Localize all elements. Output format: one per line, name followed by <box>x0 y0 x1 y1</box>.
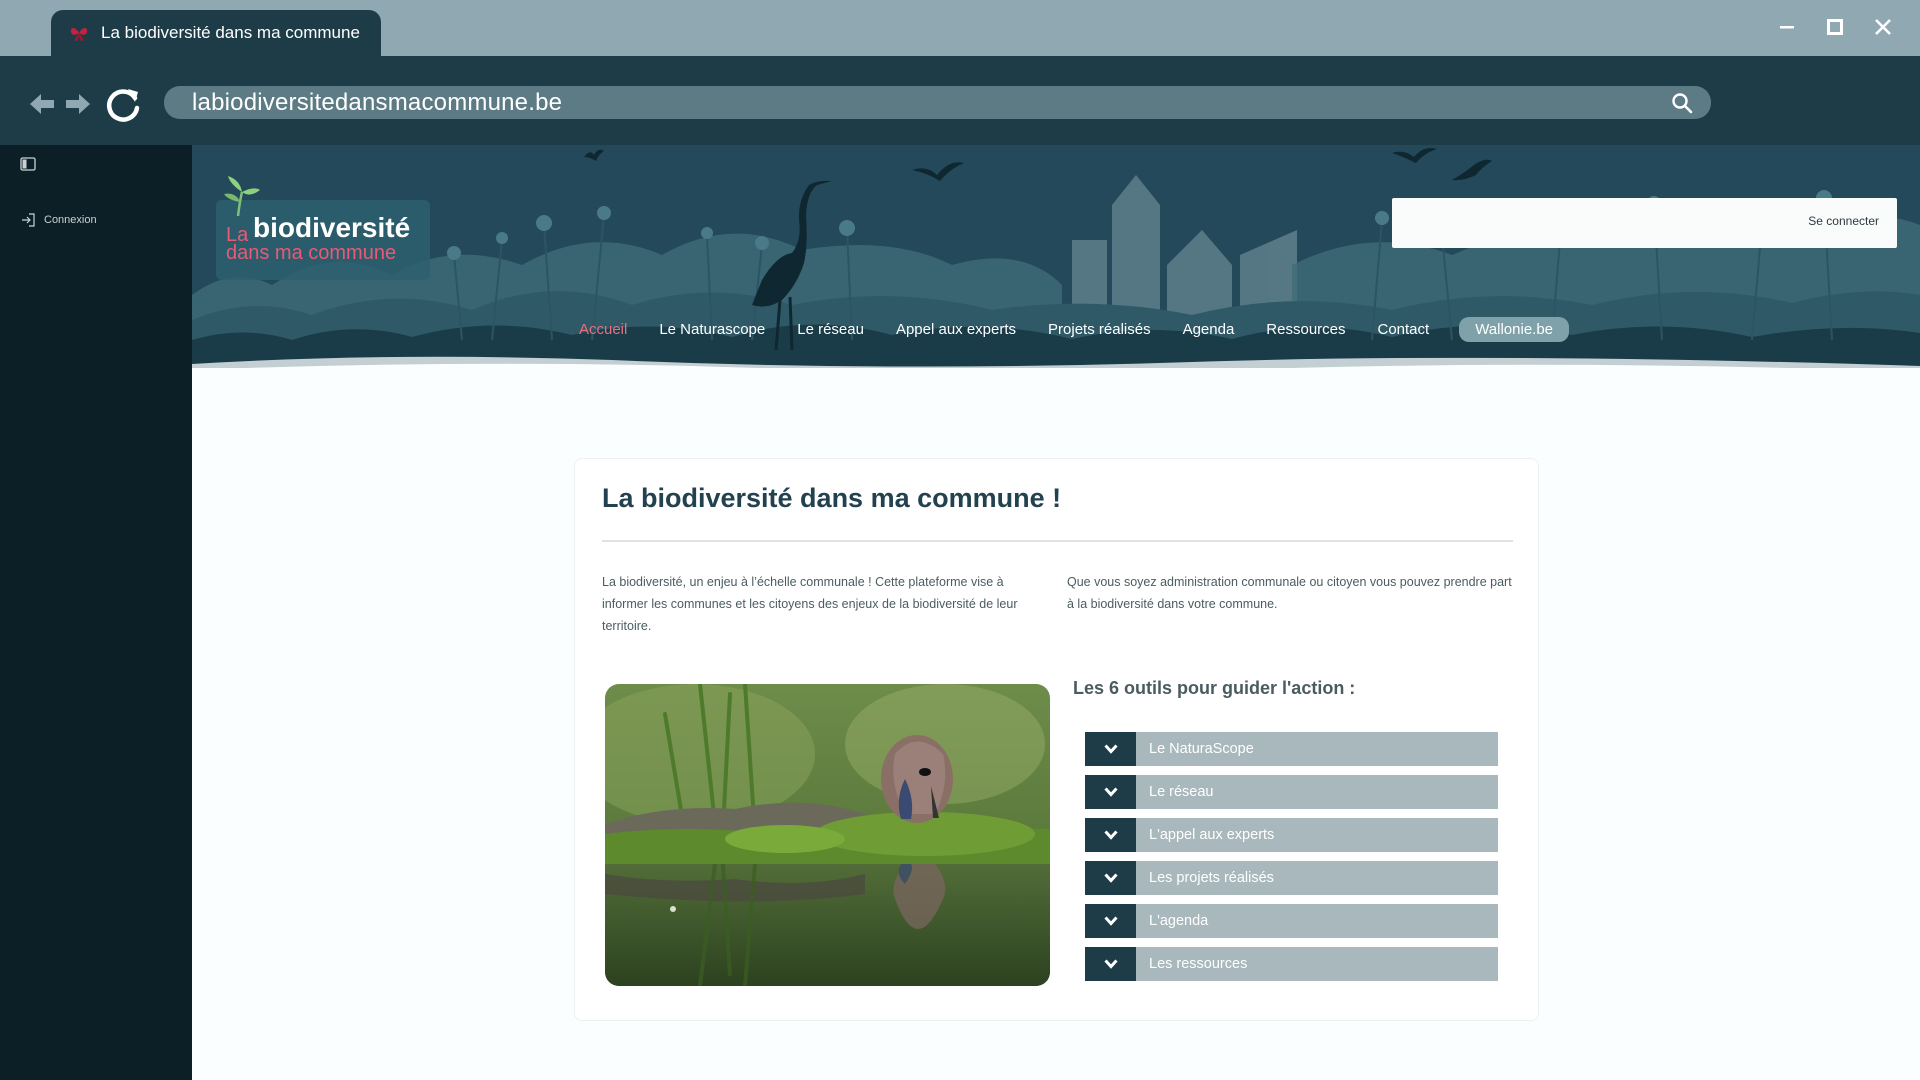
menu-item-ressources[interactable]: Ressources <box>1266 321 1345 338</box>
site-logo[interactable]: La biodiversité dans ma commune <box>216 176 430 280</box>
page-title: La biodiversité dans ma commune ! <box>602 483 1062 513</box>
accordion-label: L'appel aux experts <box>1136 818 1498 852</box>
web-page: La biodiversité dans ma commune Se conne… <box>192 145 1920 1080</box>
menu-item-appel-aux-experts[interactable]: Appel aux experts <box>896 321 1016 338</box>
sidebar-panel-icon[interactable] <box>20 157 36 171</box>
accordion-toggle[interactable] <box>1085 732 1136 766</box>
chevron-down-icon <box>1103 830 1118 840</box>
menu-item-accueil[interactable]: Accueil <box>579 321 627 338</box>
accordion-label: Le NaturaScope <box>1136 732 1498 766</box>
logo-text-main: biodiversité <box>253 212 411 243</box>
address-bar[interactable]: labiodiversitedansmacommune.be <box>164 86 1711 119</box>
butterfly-favicon-icon <box>70 28 88 41</box>
login-icon <box>22 213 35 227</box>
chevron-down-icon <box>1103 744 1118 754</box>
accordion-toggle[interactable] <box>1085 904 1136 938</box>
close-icon <box>1875 19 1891 35</box>
sidebar-login-label: Connexion <box>44 214 97 226</box>
reload-icon[interactable] <box>102 84 144 126</box>
back-arrow-icon[interactable] <box>28 90 56 118</box>
tab-title: La biodiversité dans ma commune <box>101 23 360 42</box>
accordion-toggle[interactable] <box>1085 775 1136 809</box>
accordion-item-appel-aux-experts[interactable]: L'appel aux experts <box>1085 818 1498 852</box>
accordion-label: Les projets réalisés <box>1136 861 1498 895</box>
accordion-toggle[interactable] <box>1085 818 1136 852</box>
site-search-panel: Se connecter <box>1392 198 1897 248</box>
accordion-item-projets-realises[interactable]: Les projets réalisés <box>1085 861 1498 895</box>
main-navigation: Accueil Le Naturascope Le réseau Appel a… <box>192 317 1920 342</box>
chevron-down-icon <box>1103 873 1118 883</box>
accordion-item-reseau[interactable]: Le réseau <box>1085 775 1498 809</box>
close-button[interactable] <box>1870 14 1896 40</box>
accordion-label: Les ressources <box>1136 947 1498 981</box>
site-search-input[interactable] <box>1402 206 1742 240</box>
url-text: labiodiversitedansmacommune.be <box>192 88 563 116</box>
bird-pond-photo <box>605 684 1050 986</box>
chevron-down-icon <box>1103 959 1118 969</box>
maximize-icon <box>1827 19 1843 35</box>
minimize-button[interactable] <box>1774 14 1800 40</box>
maximize-button[interactable] <box>1822 14 1848 40</box>
intro-paragraph-right: Que vous soyez administration communale … <box>1067 575 1512 611</box>
accordion-label: L'agenda <box>1136 904 1498 938</box>
browser-tab-strip: La biodiversité dans ma commune <box>0 0 1920 56</box>
accordion-toggle[interactable] <box>1085 861 1136 895</box>
menu-item-naturascope[interactable]: Le Naturascope <box>659 321 765 338</box>
chevron-down-icon <box>1103 916 1118 926</box>
content-card: La biodiversité dans ma commune ! La bio… <box>574 458 1539 1021</box>
intro-paragraph-left: La biodiversité, un enjeu à l’échelle co… <box>602 575 1018 633</box>
menu-item-wallonie[interactable]: Wallonie.be <box>1459 317 1570 342</box>
title-divider <box>602 540 1513 542</box>
tools-heading: Les 6 outils pour guider l'action : <box>1073 678 1356 698</box>
minimize-icon <box>1780 26 1794 29</box>
search-icon[interactable] <box>1671 92 1693 114</box>
left-sidebar: Connexion <box>0 145 192 1080</box>
accordion-item-naturascope[interactable]: Le NaturaScope <box>1085 732 1498 766</box>
accordion-label: Le réseau <box>1136 775 1498 809</box>
window-controls <box>1774 14 1896 40</box>
header-wave-divider <box>192 356 1920 368</box>
browser-tab[interactable]: La biodiversité dans ma commune <box>51 10 381 56</box>
chevron-down-icon <box>1103 787 1118 797</box>
accordion-item-agenda[interactable]: L'agenda <box>1085 904 1498 938</box>
logo-text-sub: dans ma commune <box>226 242 397 264</box>
tools-accordion: Le NaturaScope Le réseau L'appel aux exp… <box>1085 732 1498 990</box>
menu-item-contact[interactable]: Contact <box>1378 321 1430 338</box>
menu-item-projets-realises[interactable]: Projets réalisés <box>1048 321 1151 338</box>
accordion-item-ressources[interactable]: Les ressources <box>1085 947 1498 981</box>
site-header: La biodiversité dans ma commune Se conne… <box>192 145 1920 368</box>
sidebar-login-link[interactable]: Connexion <box>20 213 97 227</box>
menu-item-agenda[interactable]: Agenda <box>1183 321 1235 338</box>
menu-item-reseau[interactable]: Le réseau <box>797 321 864 338</box>
forward-arrow-icon[interactable] <box>64 90 92 118</box>
login-button[interactable]: Se connecter <box>1808 214 1879 228</box>
accordion-toggle[interactable] <box>1085 947 1136 981</box>
